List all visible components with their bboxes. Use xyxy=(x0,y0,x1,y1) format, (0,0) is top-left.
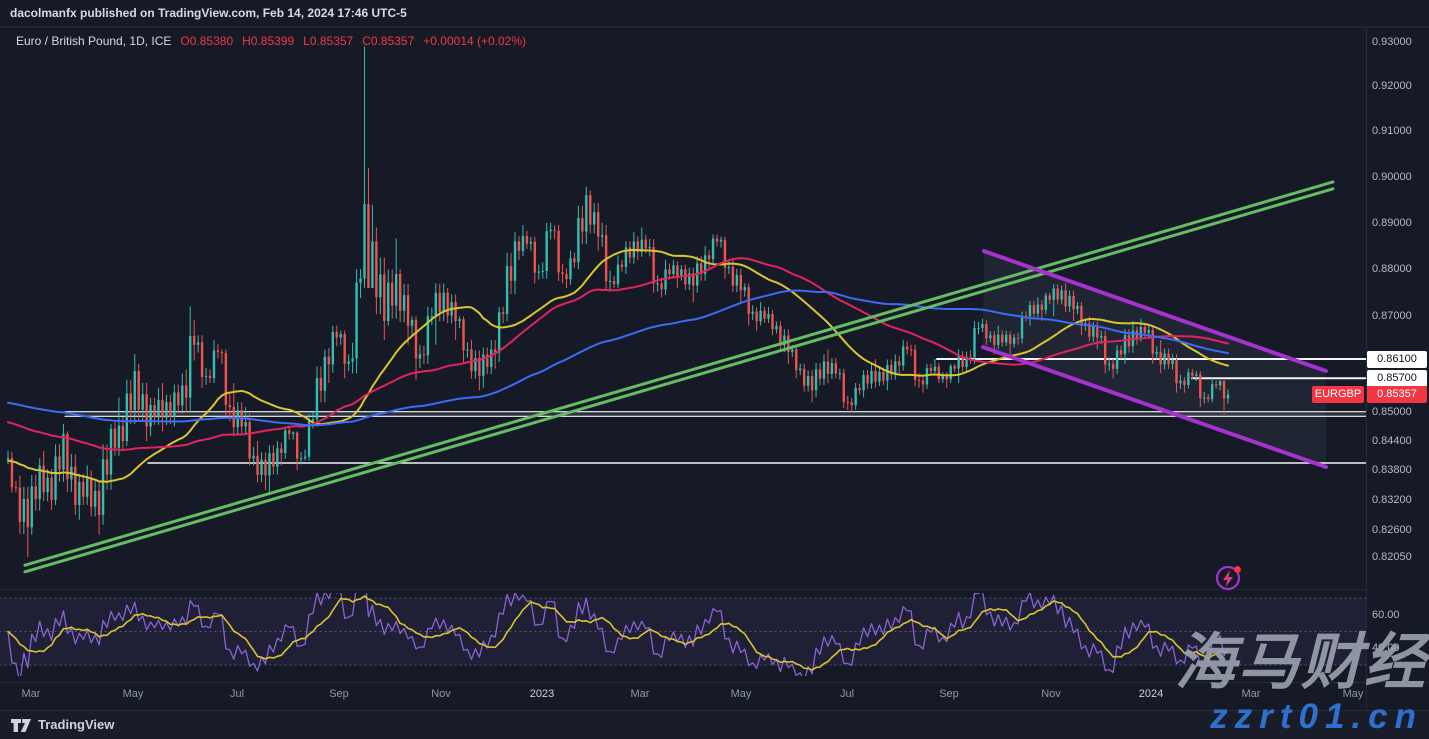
last-price-label: 0.85357 xyxy=(1367,386,1427,403)
watermark-url: zzrt01.cn xyxy=(1210,699,1423,734)
time-tick-month: Jul xyxy=(207,688,267,700)
price-tick: 0.87000 xyxy=(1372,310,1412,322)
price-change: +0.00014 (+0.02%) xyxy=(423,34,526,48)
price-tick: 0.83200 xyxy=(1372,494,1412,506)
price-tick: 0.84400 xyxy=(1372,435,1412,447)
time-tick-month: Mar xyxy=(1,688,61,700)
watermark-text: 海马财经 xyxy=(1175,632,1427,693)
price-tick: 0.92000 xyxy=(1372,80,1412,92)
time-tick-month: Sep xyxy=(919,688,979,700)
time-tick-month: May xyxy=(103,688,163,700)
resistance-level-label-1: 0.86100 xyxy=(1367,351,1427,368)
symbol-title[interactable]: Euro / British Pound, 1D, ICE xyxy=(16,34,171,48)
publish-info-text: dacolmanfx published on TradingView.com,… xyxy=(10,6,407,20)
time-tick-year: 2023 xyxy=(512,688,572,700)
time-tick-month: Jul xyxy=(817,688,877,700)
price-tick: 0.82050 xyxy=(1372,551,1412,563)
tradingview-published-chart: dacolmanfx published on TradingView.com,… xyxy=(0,0,1429,739)
publish-header: dacolmanfx published on TradingView.com,… xyxy=(0,0,1429,27)
ohlc-high: H0.85399 xyxy=(242,34,294,48)
time-tick-month: Nov xyxy=(411,688,471,700)
ohlc-low: L0.85357 xyxy=(303,34,353,48)
price-tick: 0.88000 xyxy=(1372,263,1412,275)
resistance-level-label-2: 0.85700 xyxy=(1367,370,1427,387)
flash-ideas-icon[interactable] xyxy=(1212,560,1246,599)
time-tick-month: Sep xyxy=(309,688,369,700)
price-tick: 0.85000 xyxy=(1372,406,1412,418)
price-tick: 0.90000 xyxy=(1372,171,1412,183)
price-tick: 0.83800 xyxy=(1372,464,1412,476)
symbol-legend[interactable]: Euro / British Pound, 1D, ICE O0.85380 H… xyxy=(16,34,526,48)
price-tick: 0.91000 xyxy=(1372,125,1412,137)
rsi-tick: 60.00 xyxy=(1372,609,1400,621)
price-tick: 0.93000 xyxy=(1372,36,1412,48)
tradingview-logo-icon[interactable] xyxy=(10,718,32,738)
time-tick-month: May xyxy=(711,688,771,700)
price-tick: 0.89000 xyxy=(1372,217,1412,229)
tradingview-brand-text[interactable]: TradingView xyxy=(38,717,114,732)
ohlc-close: C0.85357 xyxy=(362,34,414,48)
price-tick: 0.82600 xyxy=(1372,524,1412,536)
symbol-price-tag: EURGBP xyxy=(1312,386,1364,403)
time-tick-month: Mar xyxy=(610,688,670,700)
ohlc-open: O0.85380 xyxy=(180,34,233,48)
time-tick-month: Nov xyxy=(1021,688,1081,700)
time-tick-year: 2024 xyxy=(1121,688,1181,700)
